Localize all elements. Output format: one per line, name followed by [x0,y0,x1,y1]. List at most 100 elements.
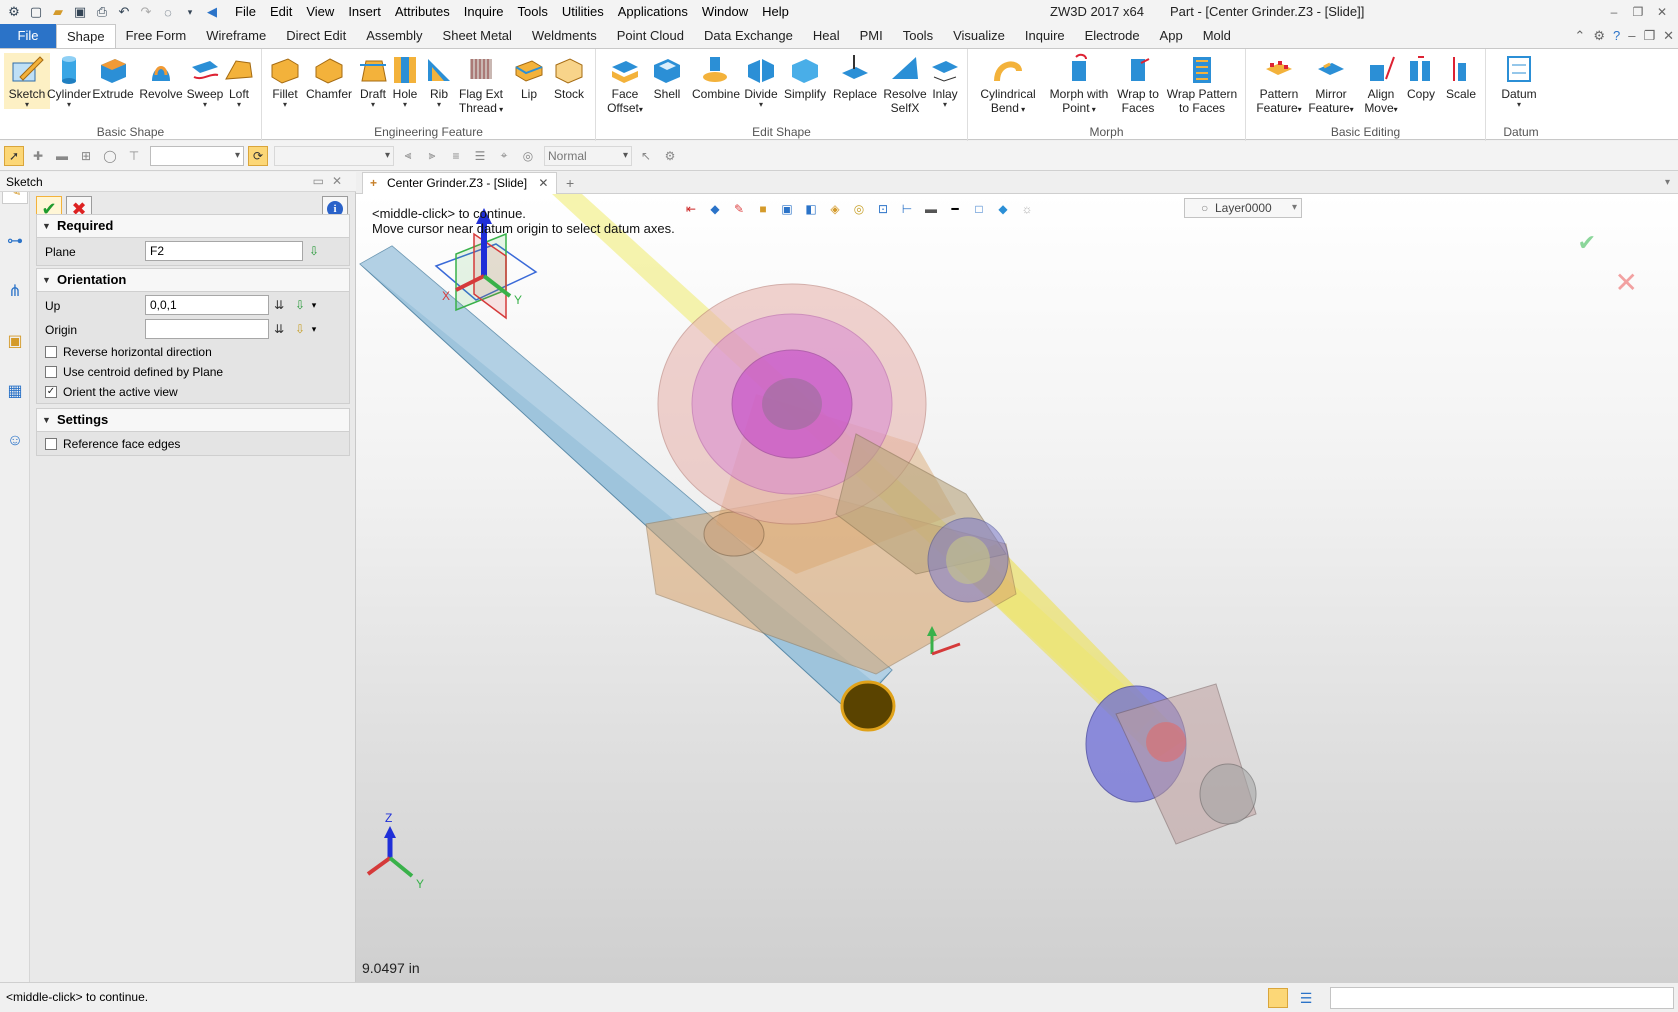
reverse-horizontal-checkbox[interactable] [45,346,57,358]
menu-edit[interactable]: Edit [263,0,299,24]
tab-inquire[interactable]: Inquire [1015,24,1075,48]
tab-electrode[interactable]: Electrode [1075,24,1150,48]
doc-minimize-icon[interactable]: – [1628,24,1635,48]
tab-data-exchange[interactable]: Data Exchange [694,24,803,48]
orient-view-checkbox[interactable]: ✓ [45,386,57,398]
pattern-feature-tool[interactable]: Pattern Feature▾ [1254,53,1304,117]
extrude-tool[interactable]: Extrude [90,53,136,101]
close-tab-icon[interactable]: ✕ [538,176,548,190]
tab-visualize[interactable]: Visualize [943,24,1015,48]
distribute-icon[interactable]: ≡ [446,146,466,166]
filter-combo[interactable] [150,145,244,166]
wrap-pattern-tool[interactable]: Wrap Pattern to Faces [1166,53,1238,115]
doc-close-icon[interactable]: ✕ [1663,24,1674,48]
origin-pick-icon[interactable]: ⇩ [293,319,307,339]
part-library-icon[interactable]: ▣ [2,328,28,354]
scale-tool[interactable]: Scale [1438,53,1484,101]
pick-plane-icon[interactable]: ⇩ [307,241,321,261]
mirror-feature-tool[interactable]: Mirror Feature▾ [1306,53,1356,117]
tab-direct-edit[interactable]: Direct Edit [276,24,356,48]
restore-icon[interactable]: ❐ [1626,0,1650,24]
chamfer-tool[interactable]: Chamfer [306,53,352,101]
command-input[interactable] [1330,987,1674,1009]
help-icon[interactable]: ? [1613,24,1620,48]
simplify-tool[interactable]: Simplify [782,53,828,101]
up-field[interactable]: 0,0,1 [145,295,269,315]
tab-mold[interactable]: Mold [1193,24,1241,48]
datum-tool[interactable]: Datum ▾ [1496,53,1542,109]
image-icon[interactable]: ▦ [2,378,28,404]
active-object-icon[interactable]: ⟳ [248,145,268,166]
redo-icon[interactable]: ↷ [136,2,156,22]
required-section-header[interactable]: Required [36,214,350,238]
new-file-icon[interactable]: ▢ [26,2,46,22]
document-tab[interactable]: + Center Grinder.Z3 - [Slide] ✕ [362,172,558,194]
divide-tool[interactable]: Divide ▾ [738,53,784,109]
menu-attributes[interactable]: Attributes [388,0,457,24]
inlay-tool[interactable]: Inlay ▾ [922,53,968,109]
rib-tool[interactable]: Rib ▾ [416,53,462,109]
status-view-icon[interactable] [1268,988,1288,1008]
pin-icon[interactable]: ⌖ [494,146,514,166]
menu-insert[interactable]: Insert [341,0,388,24]
viewport-ok-icon[interactable]: ✔ [1578,230,1596,256]
menu-utilities[interactable]: Utilities [555,0,611,24]
tab-list-icon[interactable]: ▾ [1665,172,1670,194]
tab-point-cloud[interactable]: Point Cloud [607,24,694,48]
orient-view-option[interactable]: ✓ Orient the active view [45,382,178,402]
doc-restore-icon[interactable]: ❐ [1643,24,1655,48]
graphics-viewport[interactable]: ⇤ ◆ ✎ ■ ▣ ◧ ◈ ◎ ⊡ ⊢ ▬ ━ □ ◆ ☼ Layer0000 [356,194,1678,982]
gear-small-icon[interactable]: ⚙ [660,146,680,166]
revolve-tool[interactable]: Revolve [138,53,184,101]
fillet-tool[interactable]: Fillet ▾ [262,53,308,109]
stock-tool[interactable]: Stock [546,53,592,101]
save-icon[interactable]: ▣ [70,2,90,22]
menu-view[interactable]: View [299,0,341,24]
new-tab-icon[interactable]: + [566,172,574,194]
dropdown-icon[interactable]: ▾ [180,2,200,22]
up-dropdown-icon[interactable]: ▾ [309,295,319,315]
plane-field[interactable]: F2 [145,241,303,261]
menu-window[interactable]: Window [695,0,755,24]
user-icon[interactable]: ☺ [2,428,28,454]
open-file-icon[interactable]: ▰ [48,2,68,22]
origin-expand-icon[interactable]: ⇊ [273,319,285,339]
tab-app[interactable]: App [1150,24,1193,48]
wrap-to-faces-tool[interactable]: Wrap to Faces [1114,53,1162,115]
menu-tools[interactable]: Tools [511,0,555,24]
file-tab[interactable]: File [0,24,56,48]
use-centroid-checkbox[interactable] [45,366,57,378]
close-icon[interactable]: ✕ [1650,0,1674,24]
align-right-icon[interactable]: ⫸ [422,146,442,166]
tab-sheet-metal[interactable]: Sheet Metal [433,24,522,48]
history-tree-icon[interactable]: ⊶ [2,228,28,254]
reference-edges-checkbox[interactable] [45,438,57,450]
minimize-icon[interactable]: – [1602,0,1626,24]
remove-icon[interactable]: ▬ [52,146,72,166]
undo-icon[interactable]: ↶ [114,2,134,22]
tab-heal[interactable]: Heal [803,24,850,48]
align-left-icon[interactable]: ⫷ [398,146,418,166]
render-settings-icon[interactable]: ◎ [518,146,538,166]
tab-tools[interactable]: Tools [893,24,943,48]
select-mode-icon[interactable]: ◌ [158,2,178,22]
tab-pmi[interactable]: PMI [850,24,893,48]
lasso-icon[interactable]: ◯ [100,146,120,166]
tab-weldments[interactable]: Weldments [522,24,607,48]
object-combo[interactable] [274,145,394,166]
cursor-icon[interactable]: ↖ [636,146,656,166]
cylinder-tool[interactable]: Cylinder ▾ [46,53,92,109]
viewport-cancel-icon[interactable]: ✕ [1615,266,1638,299]
cylindrical-bend-tool[interactable]: Cylindrical Bend ▾ [976,53,1040,117]
settings-gear-icon[interactable]: ⚙ [1593,24,1605,48]
face-offset-tool[interactable]: Face Offset▾ [602,53,648,117]
flag-ext-thread-tool[interactable]: Flag Ext Thread ▾ [458,53,504,117]
collapse-ribbon-icon[interactable]: ⌃ [1574,24,1585,48]
reference-edges-option[interactable]: Reference face edges [45,434,180,454]
shell-tool[interactable]: Shell [644,53,690,101]
menu-help[interactable]: Help [755,0,796,24]
tab-shape[interactable]: Shape [56,24,116,48]
app-logo-icon[interactable]: ⚙ [4,2,24,22]
close-panel-icon[interactable]: ✕ [332,174,350,188]
up-pick-icon[interactable]: ⇩ [293,295,307,315]
